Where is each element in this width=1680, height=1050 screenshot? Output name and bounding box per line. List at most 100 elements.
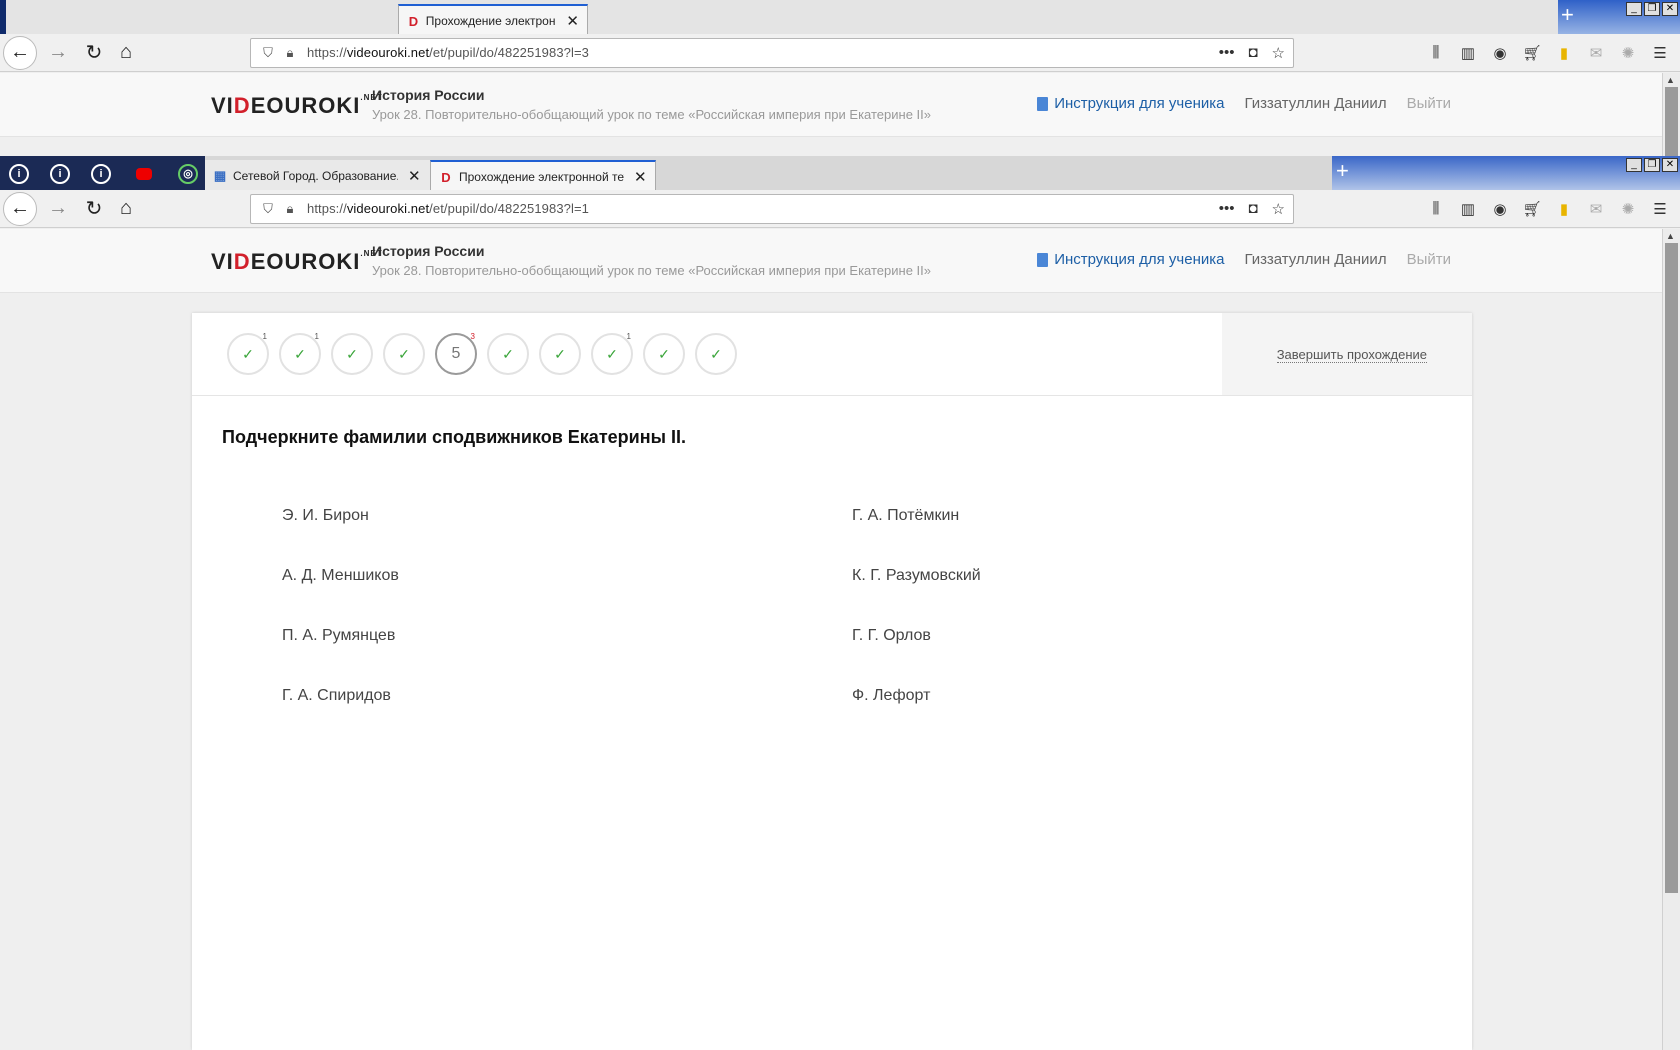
checkmark-icon: ✓ — [242, 345, 254, 362]
back-button[interactable]: ← — [3, 35, 37, 70]
attempts-badge: 1 — [262, 332, 267, 341]
flag-icon[interactable]: ▮ — [1554, 44, 1574, 62]
mail-icon[interactable]: ✉ — [1586, 200, 1606, 218]
pocket-icon[interactable]: ◘ — [1248, 200, 1257, 218]
finish-attempt-link[interactable]: Завершить прохождение — [1276, 347, 1427, 363]
more-icon[interactable]: ••• — [1219, 200, 1235, 218]
question-step-4[interactable]: ✓ — [383, 333, 425, 375]
answer-option[interactable]: Ф. Лефорт — [852, 683, 1252, 709]
back-button[interactable]: ← — [3, 191, 37, 226]
more-icon[interactable]: ••• — [1219, 44, 1235, 62]
close-tab-icon[interactable]: ✕ — [566, 12, 579, 30]
reload-button[interactable]: ↻ — [79, 38, 109, 68]
answer-option[interactable]: Г. А. Потёмкин — [852, 503, 1252, 529]
checkmark-icon: ✓ — [710, 345, 722, 362]
logout-link[interactable]: Выйти — [1407, 251, 1451, 268]
library-icon[interactable]: ⫼ — [1426, 200, 1446, 217]
videouroki-favicon-icon: D — [408, 13, 419, 29]
reload-button[interactable]: ↻ — [79, 194, 109, 224]
step-number: 5 — [451, 345, 461, 362]
back-tab-active[interactable]: D Прохождение электронно ✕ — [398, 4, 588, 36]
user-name[interactable]: Гиззатуллин Даниил — [1244, 251, 1386, 268]
url-actions: ••• ◘ ☆ — [1219, 44, 1285, 62]
minimize-icon[interactable]: _ — [1626, 2, 1642, 16]
videouroki-logo[interactable]: VIDEOUROKI.NET — [211, 249, 383, 275]
cart-icon[interactable]: 🛒︎ — [1522, 200, 1542, 218]
bookmark-star-icon[interactable]: ☆ — [1272, 44, 1285, 62]
restore-icon[interactable]: ❐ — [1644, 158, 1660, 172]
restore-icon[interactable]: ❐ — [1644, 2, 1660, 16]
page-scrollbar[interactable]: ▲ — [1662, 229, 1680, 1050]
pinned-tab-icon[interactable]: i — [50, 164, 70, 184]
menu-icon[interactable]: ☰ — [1650, 200, 1670, 218]
minimize-icon[interactable]: _ — [1626, 158, 1642, 172]
answer-option[interactable]: Г. А. Спиридов — [282, 683, 852, 709]
instruction-link[interactable]: Инструкция для ученика — [1037, 251, 1224, 268]
tab-setevoy-gorod[interactable]: ▦ Сетевой Город. Образование. Д ✕ — [205, 160, 430, 192]
back-scrollbar[interactable]: ▲ — [1662, 73, 1680, 156]
pinned-tab-icon[interactable]: i — [91, 164, 111, 184]
shield-icon[interactable]: ⛉ — [257, 45, 279, 61]
answer-option[interactable]: П. А. Румянцев — [282, 623, 852, 649]
scroll-thumb[interactable] — [1665, 87, 1678, 156]
question-steps: ✓ 1 ✓ 1 ✓ ✓ 5 3 ✓ ✓ ✓ 1 ✓ ✓ — [227, 332, 737, 375]
youtube-icon[interactable] — [136, 168, 152, 180]
question-step-1[interactable]: ✓ 1 — [227, 332, 269, 375]
answer-option[interactable]: Э. И. Бирон — [282, 503, 852, 529]
lock-icon[interactable]: 🔒︎ — [279, 45, 301, 61]
shield-icon[interactable]: ⛉ — [257, 201, 279, 217]
pocket-icon[interactable]: ◘ — [1248, 44, 1257, 62]
pinned-tab-icon[interactable]: i — [9, 164, 29, 184]
home-button[interactable]: ⌂ — [111, 38, 141, 68]
pinned-tab-icon[interactable]: ◎ — [178, 164, 198, 184]
close-tab-icon[interactable]: ✕ — [634, 168, 647, 186]
answer-option[interactable]: А. Д. Меншиков — [282, 563, 852, 589]
user-name[interactable]: Гиззатуллин Даниил — [1244, 95, 1386, 112]
library-icon[interactable]: ⫼ — [1426, 44, 1446, 61]
sidebar-icon[interactable]: ▥ — [1458, 200, 1478, 218]
answer-option[interactable]: Г. Г. Орлов — [852, 623, 1252, 649]
flag-icon[interactable]: ▮ — [1554, 200, 1574, 218]
menu-icon[interactable]: ☰ — [1650, 44, 1670, 62]
question-step-6[interactable]: ✓ — [487, 333, 529, 375]
attempts-badge: 1 — [626, 332, 631, 341]
close-tab-icon[interactable]: ✕ — [408, 167, 421, 185]
cart-icon[interactable]: 🛒︎ — [1522, 44, 1542, 62]
question-step-5[interactable]: 53 — [435, 332, 477, 375]
lock-icon[interactable]: 🔒︎ — [279, 201, 301, 217]
tab-videouroki[interactable]: D Прохождение электронной тетр ✕ — [430, 160, 656, 192]
question-step-10[interactable]: ✓ — [695, 333, 737, 375]
new-tab-button[interactable]: + — [1336, 158, 1349, 184]
url-text[interactable]: https://videouroki.net/et/pupil/do/48225… — [307, 45, 589, 60]
question-step-2[interactable]: ✓ 1 — [279, 332, 321, 375]
account-icon[interactable]: ◉ — [1490, 200, 1510, 218]
close-window-icon[interactable]: ✕ — [1662, 158, 1678, 172]
question-step-3[interactable]: ✓ — [331, 333, 373, 375]
answer-option[interactable]: К. Г. Разумовский — [852, 563, 1252, 589]
scroll-thumb[interactable] — [1665, 243, 1678, 893]
document-icon — [1037, 252, 1049, 267]
url-text[interactable]: https://videouroki.net/et/pupil/do/48225… — [307, 201, 589, 216]
new-tab-button[interactable]: + — [1561, 2, 1574, 28]
videouroki-logo[interactable]: VIDEOUROKI.NET — [211, 93, 383, 119]
home-button[interactable]: ⌂ — [111, 194, 141, 224]
mail-icon[interactable]: ✉ — [1586, 44, 1606, 62]
checkmark-icon: ✓ — [398, 345, 410, 362]
scroll-up-icon[interactable]: ▲ — [1666, 231, 1675, 241]
extension-icon[interactable]: ✺ — [1618, 44, 1638, 62]
forward-button[interactable]: → — [43, 194, 73, 224]
extension-icon[interactable]: ✺ — [1618, 200, 1638, 218]
bookmark-star-icon[interactable]: ☆ — [1272, 200, 1285, 218]
question-step-8[interactable]: ✓ 1 — [591, 332, 633, 375]
url-bar[interactable]: ⛉ 🔒︎ https://videouroki.net/et/pupil/do/… — [250, 193, 1294, 224]
instruction-link[interactable]: Инструкция для ученика — [1037, 95, 1224, 112]
sidebar-icon[interactable]: ▥ — [1458, 44, 1478, 62]
close-window-icon[interactable]: ✕ — [1662, 2, 1678, 16]
logout-link[interactable]: Выйти — [1407, 95, 1451, 112]
account-icon[interactable]: ◉ — [1490, 44, 1510, 62]
forward-button[interactable]: → — [43, 38, 73, 68]
scroll-up-icon[interactable]: ▲ — [1666, 75, 1675, 85]
url-bar[interactable]: ⛉ 🔒︎ https://videouroki.net/et/pupil/do/… — [250, 37, 1294, 68]
question-step-7[interactable]: ✓ — [539, 333, 581, 375]
question-step-9[interactable]: ✓ — [643, 333, 685, 375]
